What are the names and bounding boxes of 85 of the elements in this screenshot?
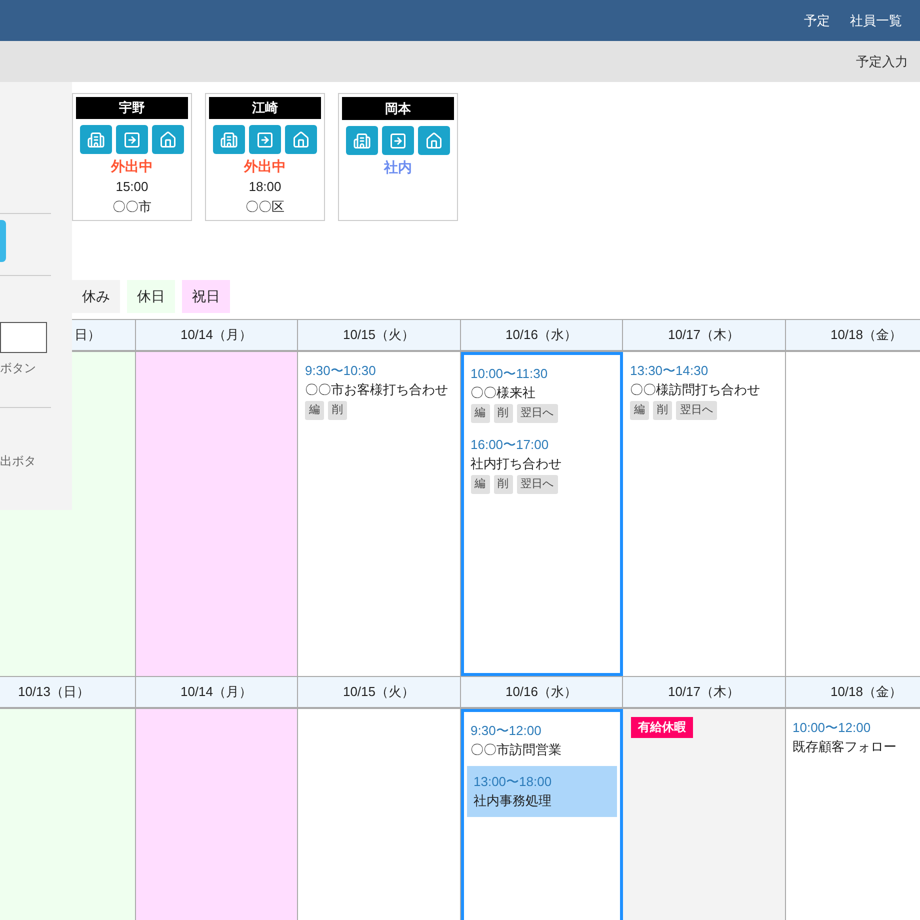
go-out-button[interactable]	[116, 125, 148, 154]
event-action-button[interactable]: 削	[328, 401, 347, 420]
day-cell[interactable]	[136, 352, 298, 676]
event-time: 13:00〜18:00	[474, 773, 553, 791]
event-title: 社内打ち合わせ	[470, 455, 562, 473]
event-action-button[interactable]: 削	[494, 404, 512, 423]
building-icon	[87, 130, 105, 148]
event-action-button[interactable]: 翌日へ	[676, 401, 717, 420]
legend-item: 祝日	[182, 280, 230, 313]
status-label: 社内	[384, 158, 412, 177]
schedule-entry[interactable]: 13:00〜18:00 社内事務処理	[466, 766, 617, 817]
day-cell[interactable]: 有給休暇	[623, 709, 786, 920]
day-cell[interactable]: 9:30〜12:00 〇〇市訪問営業 13:00〜18:00 社内事務処理	[460, 709, 623, 920]
day-header: 10/13（日）	[0, 676, 136, 709]
event-action-button[interactable]: 編	[305, 401, 324, 420]
house-icon	[292, 130, 310, 148]
event-time: 10:00〜11:30	[470, 365, 549, 383]
day-header: 10/18（金）	[786, 319, 920, 352]
day-header: 10/16（水）	[460, 319, 623, 352]
employee-name: 江崎	[209, 97, 321, 119]
event-action-button[interactable]: 編	[470, 475, 490, 494]
schedule-entry[interactable]: 13:30〜14:30 〇〇様訪問打ち合わせ 編 削 翌日へ	[623, 355, 784, 426]
employee-name: 宇野	[76, 97, 188, 119]
go-out-button[interactable]	[249, 125, 281, 154]
event-title: 〇〇市訪問営業	[470, 741, 562, 759]
day-header: 10/15（火）	[298, 676, 460, 709]
day-cell[interactable]	[136, 709, 298, 920]
event-action-button[interactable]: 削	[494, 475, 512, 494]
return-time: 18:00	[248, 178, 282, 196]
office-button[interactable]	[213, 125, 245, 154]
event-action-button[interactable]: 編	[630, 401, 649, 420]
panel-note: ボタン	[0, 360, 37, 377]
paid-leave-badge: 有給休暇	[631, 717, 693, 738]
building-icon	[220, 130, 238, 148]
day-cell[interactable]	[0, 709, 136, 920]
day-header: 10/16（水）	[460, 676, 623, 709]
home-button[interactable]	[152, 125, 184, 154]
event-time: 9:30〜10:30	[305, 362, 377, 380]
office-button[interactable]	[80, 125, 112, 154]
panel-note: 出ボタ	[0, 453, 37, 470]
event-time: 16:00〜17:00	[470, 436, 550, 454]
day-header: 10/14（月）	[136, 676, 298, 709]
event-title: 〇〇様訪問打ち合わせ	[630, 381, 761, 399]
day-header: 10/17（木）	[623, 676, 786, 709]
destination: 〇〇区	[246, 198, 284, 216]
status-label: 外出中	[111, 157, 153, 176]
day-header: 10/14（月）	[136, 319, 298, 352]
legend-item: 休日	[127, 280, 175, 313]
event-action-button[interactable]: 削	[653, 401, 672, 420]
schedule-entry[interactable]: 9:30〜10:30 〇〇市お客様打ち合わせ 編 削	[298, 355, 460, 426]
day-header: 10/17（木）	[623, 319, 786, 352]
legend-item: 休み	[72, 280, 120, 313]
status-label: 外出中	[244, 157, 286, 176]
event-time: 13:30〜14:30	[630, 362, 710, 380]
go-out-button[interactable]	[382, 126, 414, 155]
home-button[interactable]	[285, 125, 317, 154]
input-field[interactable]	[0, 322, 47, 353]
day-header: 10/18（金）	[786, 676, 920, 709]
event-action-button[interactable]: 翌日へ	[516, 404, 558, 423]
day-cell[interactable]: 10:00〜11:30 〇〇様来社 編 削 翌日へ 16:00〜17:00 社内打ち合わせ 編 削 翌日へ	[460, 352, 623, 676]
event-action-button[interactable]: 編	[470, 404, 490, 423]
schedule-entry[interactable]: 10:00〜12:00 既存顧客フォロー	[786, 712, 920, 763]
nav-link[interactable]: 社員一覧	[850, 10, 902, 30]
return-time: 15:00	[116, 178, 148, 196]
event-title: 既存顧客フォロー	[792, 738, 898, 756]
building-icon	[353, 132, 371, 150]
schedule-entry[interactable]: 10:00〜11:30 〇〇様来社 編 削 翌日へ	[464, 358, 620, 429]
nav-link[interactable]: 予定	[804, 10, 830, 30]
schedule-entry[interactable]: 16:00〜17:00 社内打ち合わせ 編 削 翌日へ	[464, 429, 620, 500]
action-button[interactable]	[0, 220, 6, 262]
event-title: 〇〇市お客様打ち合わせ	[305, 381, 449, 399]
employee-name: 岡本	[342, 97, 454, 120]
event-title: 社内事務処理	[474, 792, 552, 810]
event-action-button[interactable]: 翌日へ	[516, 475, 558, 494]
home-button[interactable]	[418, 126, 450, 155]
house-icon	[159, 130, 177, 148]
event-title: 〇〇様来社	[470, 384, 536, 402]
house-icon	[425, 132, 443, 150]
office-button[interactable]	[346, 126, 378, 155]
event-time: 10:00〜12:00	[792, 719, 872, 737]
add-schedule-link[interactable]: 予定入力	[856, 52, 908, 72]
destination: 〇〇市	[112, 198, 152, 216]
schedule-entry[interactable]: 9:30〜12:00 〇〇市訪問営業	[464, 715, 620, 766]
event-time: 9:30〜12:00	[470, 722, 542, 740]
day-header: 10/15（火）	[298, 319, 460, 352]
